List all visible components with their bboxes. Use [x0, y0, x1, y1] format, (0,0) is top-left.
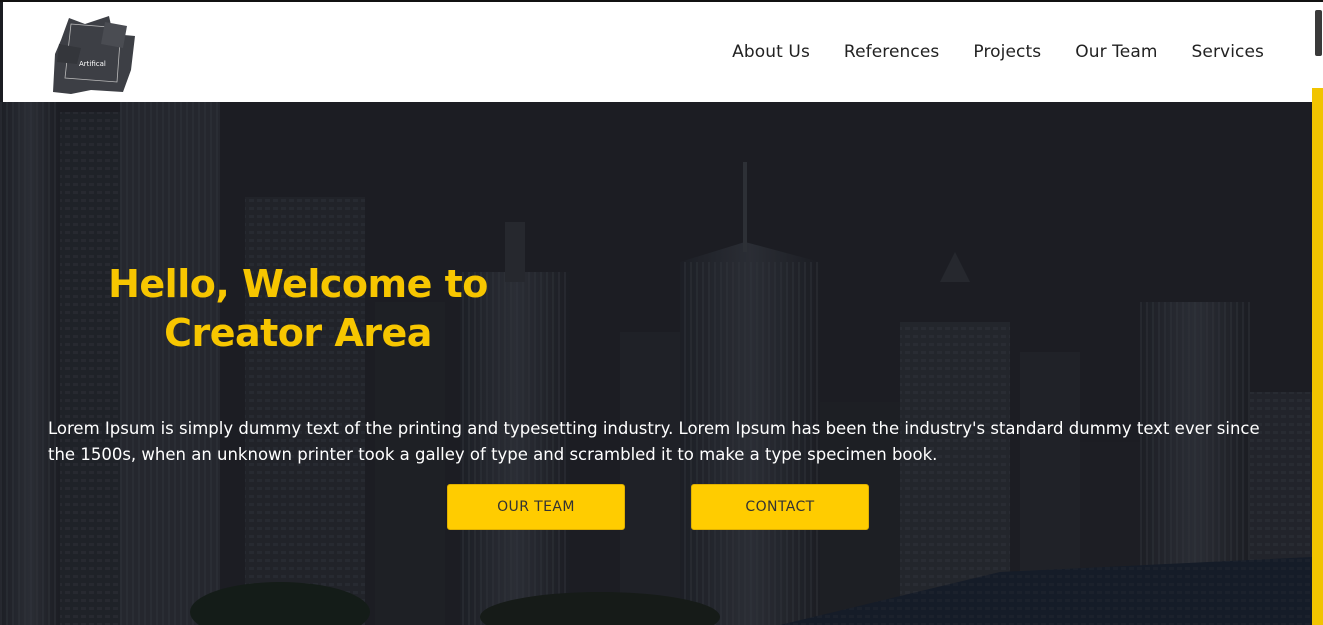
nav-item-references[interactable]: References: [844, 42, 939, 62]
site-header: Artifical About Us References Projects O…: [3, 2, 1312, 102]
main-nav: About Us References Projects Our Team Se…: [698, 42, 1264, 62]
nav-item-about-us[interactable]: About Us: [732, 42, 810, 62]
hero-title-line-2: Creator Area: [164, 311, 432, 355]
hero-title: Hello, Welcome to Creator Area: [98, 260, 498, 358]
logo-mark-icon: [53, 16, 135, 94]
scrollbar-thumb[interactable]: [1315, 10, 1322, 56]
page: Artifical About Us References Projects O…: [0, 0, 1323, 625]
hero-description: Lorem Ipsum is simply dummy text of the …: [48, 419, 1260, 464]
nav-item-services[interactable]: Services: [1192, 42, 1265, 62]
logo[interactable]: Artifical: [51, 14, 137, 96]
contact-button[interactable]: CONTACT: [691, 484, 869, 530]
hero-title-line-1: Hello, Welcome to: [108, 262, 488, 306]
nav-item-our-team[interactable]: Our Team: [1075, 42, 1157, 62]
hero-overlay: [0, 102, 1312, 625]
scrollbar[interactable]: [1312, 2, 1323, 625]
hero-section: Hello, Welcome to Creator Area Lorem Ips…: [0, 102, 1312, 625]
our-team-button[interactable]: OUR TEAM: [447, 484, 625, 530]
nav-item-projects[interactable]: Projects: [973, 42, 1041, 62]
logo-text: Artifical: [79, 60, 106, 68]
